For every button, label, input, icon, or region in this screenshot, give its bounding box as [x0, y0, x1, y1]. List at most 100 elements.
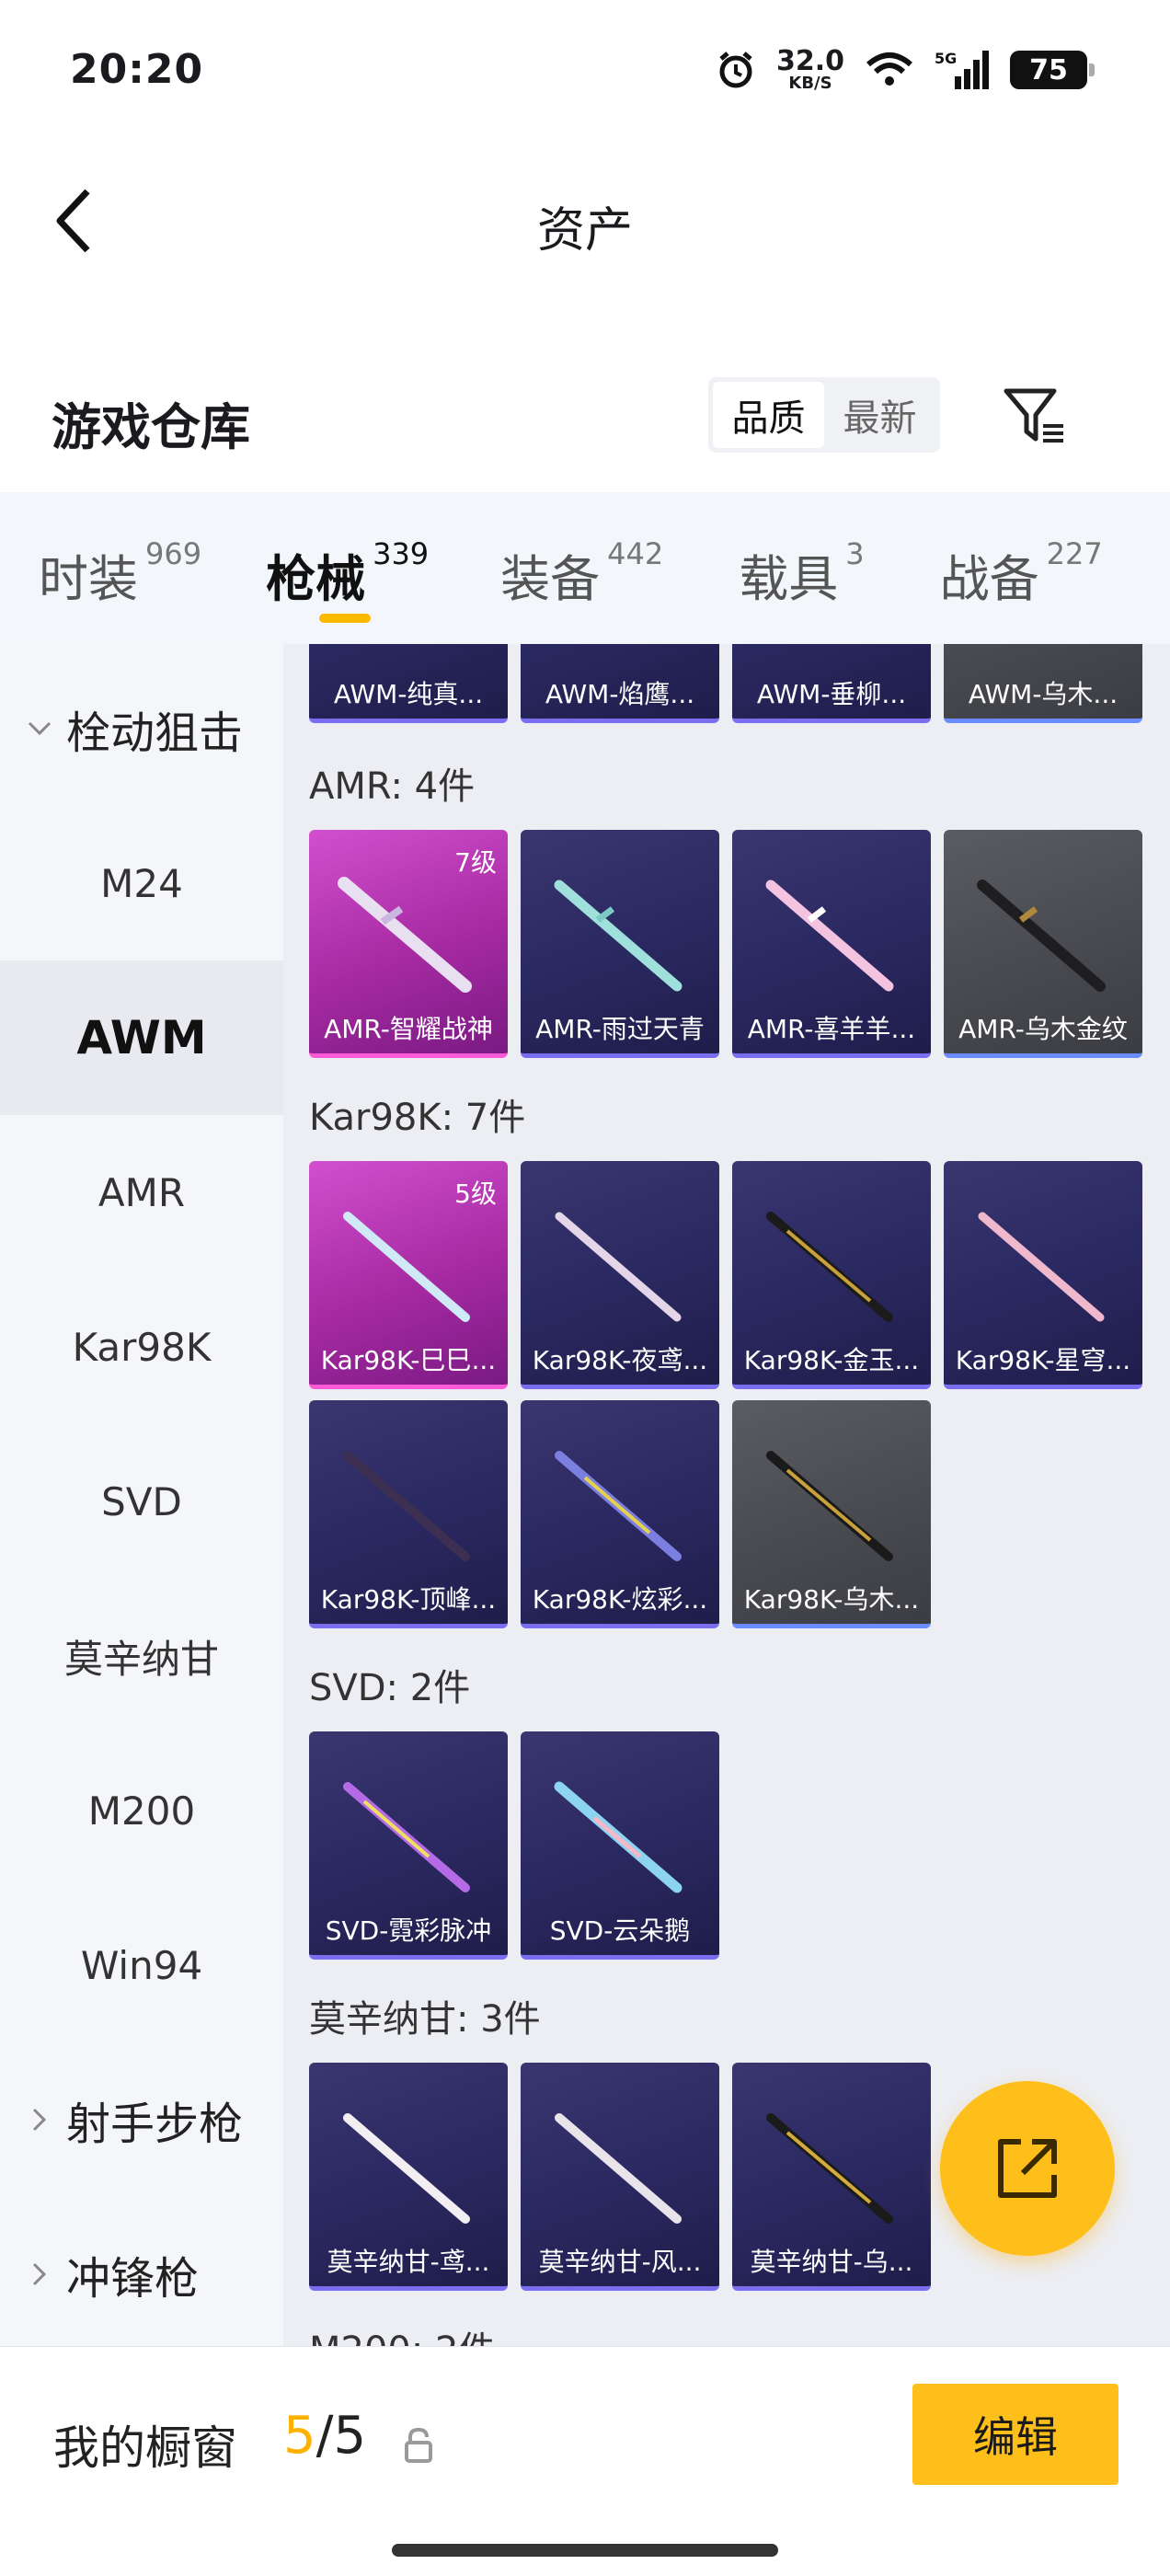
- sidebar-item-m200[interactable]: M200: [0, 1733, 283, 1888]
- item-card[interactable]: Kar98K-炫彩...: [521, 1400, 719, 1628]
- wifi-icon: [866, 52, 912, 86]
- gun-image: [766, 1212, 893, 1322]
- sidebar-item-m24[interactable]: M24: [0, 806, 283, 960]
- gun-image: [343, 2113, 470, 2224]
- share-button[interactable]: [940, 2081, 1115, 2256]
- item-name: 莫辛纳甘-鸢...: [327, 2247, 490, 2277]
- sidebar-item-kar98k[interactable]: Kar98K: [0, 1270, 283, 1424]
- item-card[interactable]: Kar98K-金玉...: [732, 1161, 931, 1389]
- tab-count: 3: [845, 536, 865, 571]
- item-card[interactable]: AMR-喜羊羊...: [732, 830, 931, 1058]
- warehouse-bar: 游戏仓库 品质 最新: [0, 359, 1170, 478]
- section-title-kar98k: Kar98K: 7件: [309, 1097, 526, 1139]
- active-tab-indicator: [319, 614, 372, 623]
- item-card[interactable]: 7级 AMR-智耀战神: [309, 830, 508, 1058]
- item-card[interactable]: Kar98K-夜鸢...: [521, 1161, 719, 1389]
- warehouse-title: 游戏仓库: [52, 398, 250, 456]
- item-card[interactable]: Kar98K-星穹...: [944, 1161, 1142, 1389]
- sidebar-item-mosin[interactable]: 莫辛纳甘: [0, 1579, 283, 1733]
- item-card[interactable]: SVD-霓彩脉冲: [309, 1731, 508, 1960]
- gun-image: [554, 880, 682, 992]
- tab-label: 装备: [500, 550, 601, 608]
- signal-icon: 5G: [935, 50, 989, 89]
- sidebar-item-svd[interactable]: SVD: [0, 1424, 283, 1579]
- tab-vehicles[interactable]: 载具 3: [739, 536, 865, 611]
- share-icon: [998, 2139, 1057, 2198]
- showcase-count-max: 5: [333, 2406, 367, 2466]
- sort-by-quality[interactable]: 品质: [713, 382, 824, 448]
- category-tabs: 时装 969 枪械 339 装备 442 载具 3 战备 227: [0, 492, 1170, 644]
- status-bar: 20:20 32.0 KB/S 5G 75: [0, 0, 1170, 147]
- item-name: 莫辛纳甘-乌...: [750, 2247, 913, 2277]
- item-name: AMR-乌木金纹: [958, 1014, 1128, 1044]
- sidebar-item-win94[interactable]: Win94: [0, 1888, 283, 2042]
- battery-indicator: 75: [1010, 51, 1095, 89]
- item-card[interactable]: Kar98K-乌木...: [732, 1400, 931, 1628]
- sort-by-newest[interactable]: 最新: [824, 382, 935, 448]
- item-name: Kar98K-顶峰...: [320, 1584, 497, 1615]
- gun-image: [766, 1451, 893, 1561]
- item-card[interactable]: AMR-乌木金纹: [944, 830, 1142, 1058]
- gun-image: [555, 2113, 682, 2224]
- item-card[interactable]: 莫辛纳甘-鸢...: [309, 2063, 508, 2291]
- item-name: AWM-垂柳...: [756, 679, 907, 709]
- item-card[interactable]: AWM-焰鹰...: [521, 644, 719, 723]
- lock-icon: [405, 2427, 432, 2463]
- showcase-count-current: 5: [283, 2406, 316, 2466]
- edit-button[interactable]: 编辑: [912, 2384, 1118, 2485]
- gun-image: [343, 1451, 470, 1561]
- home-indicator: [392, 2544, 778, 2557]
- svg-text:5G: 5G: [935, 50, 957, 67]
- net-speed-value: 32.0: [775, 45, 844, 77]
- item-card[interactable]: AMR-雨过天青: [521, 830, 719, 1058]
- tab-supplies[interactable]: 战备 227: [940, 536, 1103, 611]
- item-name: AMR-雨过天青: [535, 1014, 705, 1044]
- status-time: 20:20: [70, 46, 204, 93]
- item-level: 5级: [454, 1179, 497, 1209]
- tab-label: 枪械: [266, 550, 366, 608]
- item-card[interactable]: 莫辛纳甘-乌...: [732, 2063, 931, 2291]
- item-card[interactable]: SVD-云朵鹅: [521, 1731, 719, 1960]
- gun-image: [554, 1781, 682, 1893]
- showcase-count-separator: /: [315, 2406, 334, 2466]
- nav-header: 资产: [0, 147, 1170, 294]
- tab-guns[interactable]: 枪械 339: [266, 536, 430, 623]
- showcase-label: 我的橱窗: [53, 2421, 237, 2475]
- sidebar-group-smg[interactable]: 冲锋枪: [0, 2197, 283, 2352]
- filter-icon: [1004, 388, 1063, 443]
- status-icons: 32.0 KB/S 5G 75: [716, 45, 1095, 93]
- item-name: AWM-焰鹰...: [545, 679, 695, 709]
- item-level: 7级: [454, 847, 497, 878]
- item-name: SVD-霓彩脉冲: [325, 1915, 492, 1946]
- item-card[interactable]: AWM-垂柳...: [732, 644, 931, 723]
- item-card[interactable]: Kar98K-顶峰...: [309, 1400, 508, 1628]
- gun-image: [765, 880, 894, 992]
- chevron-right-icon: [26, 2260, 53, 2288]
- item-name: AMR-智耀战神: [324, 1014, 493, 1044]
- weapon-sidebar: 栓动狙击 M24 AWM AMR Kar98K SVD 莫辛纳甘 M200 Wi…: [0, 644, 283, 2346]
- alarm-icon: [719, 52, 752, 88]
- section-title-amr: AMR: 4件: [309, 765, 476, 808]
- item-card[interactable]: 5级 Kar98K-巳巳...: [309, 1161, 508, 1389]
- item-card[interactable]: AWM-纯真...: [309, 644, 508, 723]
- tab-count: 339: [373, 536, 430, 571]
- tab-skins[interactable]: 时装 969: [39, 536, 201, 611]
- sidebar-group-bolt-action[interactable]: 栓动狙击: [0, 651, 283, 806]
- gun-image: [555, 1451, 682, 1561]
- tab-equipment[interactable]: 装备 442: [500, 536, 663, 611]
- gun-image: [766, 2113, 893, 2224]
- gun-image: [555, 1212, 682, 1322]
- gun-image: [978, 1212, 1105, 1322]
- sidebar-group-marksman[interactable]: 射手步枪: [0, 2042, 283, 2197]
- chevron-down-icon: [26, 715, 53, 742]
- filter-button[interactable]: [998, 379, 1072, 453]
- gun-image: [977, 880, 1106, 992]
- sidebar-item-awm[interactable]: AWM: [0, 960, 283, 1115]
- tab-count: 227: [1046, 536, 1103, 571]
- item-card[interactable]: AWM-乌木...: [944, 644, 1142, 723]
- item-card[interactable]: 莫辛纳甘-风...: [521, 2063, 719, 2291]
- item-name: Kar98K-夜鸢...: [532, 1345, 708, 1375]
- sidebar-item-amr[interactable]: AMR: [0, 1115, 283, 1270]
- bottom-bar: 我的橱窗 5 / 5 编辑: [0, 2346, 1170, 2576]
- net-speed-unit: KB/S: [788, 74, 832, 93]
